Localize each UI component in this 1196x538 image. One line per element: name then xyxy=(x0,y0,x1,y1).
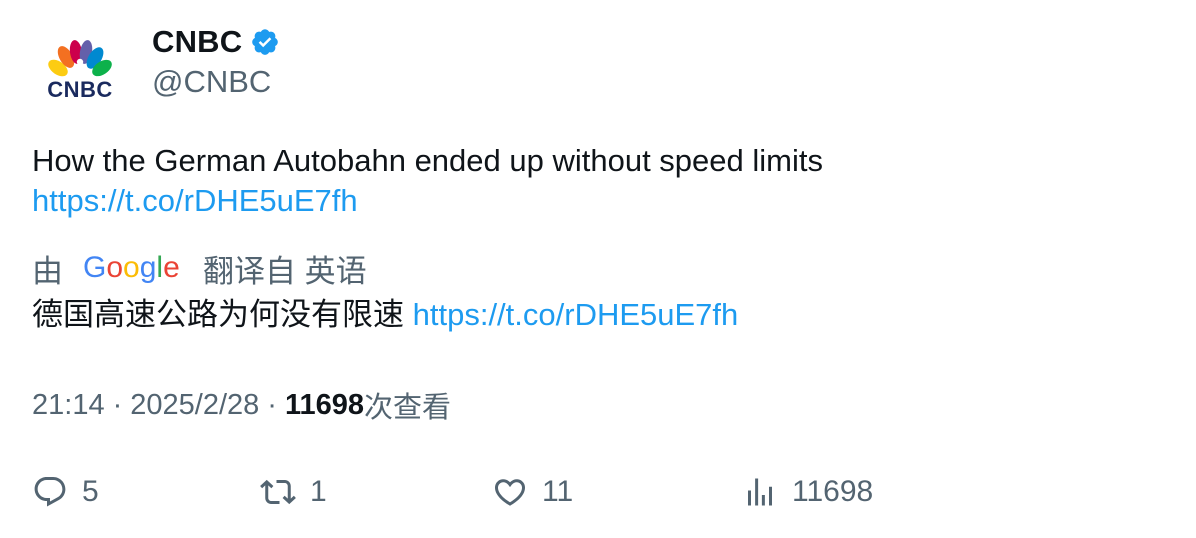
like-count: 11 xyxy=(542,475,574,508)
retweet-count: 1 xyxy=(310,475,327,508)
retweet-button[interactable]: 1 xyxy=(260,470,327,514)
tweet-meta: 21:14 · 2025/2/28 · 11698 次查看 xyxy=(32,385,451,425)
author-names: CNBC @CNBC xyxy=(152,22,280,100)
translation-attribution: 由 Google 翻译自 英语 xyxy=(32,248,367,289)
views-action-count: 11698 xyxy=(792,475,874,508)
translated-text: 德国高速公路为何没有限速 xyxy=(32,297,404,332)
display-name-row: CNBC xyxy=(152,22,280,62)
translated-body: 德国高速公路为何没有限速 https://t.co/rDHE5uE7fh xyxy=(32,295,738,335)
logo-wordmark: CNBC xyxy=(47,77,113,102)
analytics-icon xyxy=(742,474,778,510)
views-button[interactable]: 11698 xyxy=(742,470,873,514)
tweet-body: How the German Autobahn ended up without… xyxy=(32,141,823,221)
like-button[interactable]: 11 xyxy=(492,470,573,514)
reply-button[interactable]: 5 xyxy=(32,470,99,514)
svg-text:Google: Google xyxy=(83,251,180,284)
translated-by-label: 由 xyxy=(32,253,63,289)
meta-separator: · xyxy=(112,388,123,421)
action-bar: 5 1 11 11698 xyxy=(32,470,1172,514)
tweet-link[interactable]: https://t.co/rDHE5uE7fh xyxy=(32,183,358,218)
verified-badge-icon[interactable] xyxy=(250,27,280,57)
translated-link[interactable]: https://t.co/rDHE5uE7fh xyxy=(413,297,739,332)
meta-separator: · xyxy=(267,388,277,421)
views-label: 次查看 xyxy=(363,392,451,424)
heart-icon xyxy=(492,474,528,510)
avatar[interactable]: CNBC xyxy=(32,22,128,118)
display-name[interactable]: CNBC xyxy=(152,24,242,60)
google-logo-icon: Google xyxy=(83,250,183,286)
reply-icon xyxy=(32,474,68,510)
retweet-icon xyxy=(260,474,296,510)
tweet-time[interactable]: 21:14 xyxy=(32,389,105,422)
views-count: 11698 xyxy=(284,388,364,421)
tweet-text: How the German Autobahn ended up without… xyxy=(32,143,823,178)
translated-from-label: 翻译自 英语 xyxy=(203,253,367,289)
author-handle[interactable]: @CNBC xyxy=(152,64,280,100)
reply-count: 5 xyxy=(82,475,99,508)
tweet-date[interactable]: 2025/2/28 xyxy=(130,389,259,422)
tweet-header: CNBC CNBC @CNBC xyxy=(32,22,732,118)
cnbc-peacock-logo-icon: CNBC xyxy=(47,40,113,102)
